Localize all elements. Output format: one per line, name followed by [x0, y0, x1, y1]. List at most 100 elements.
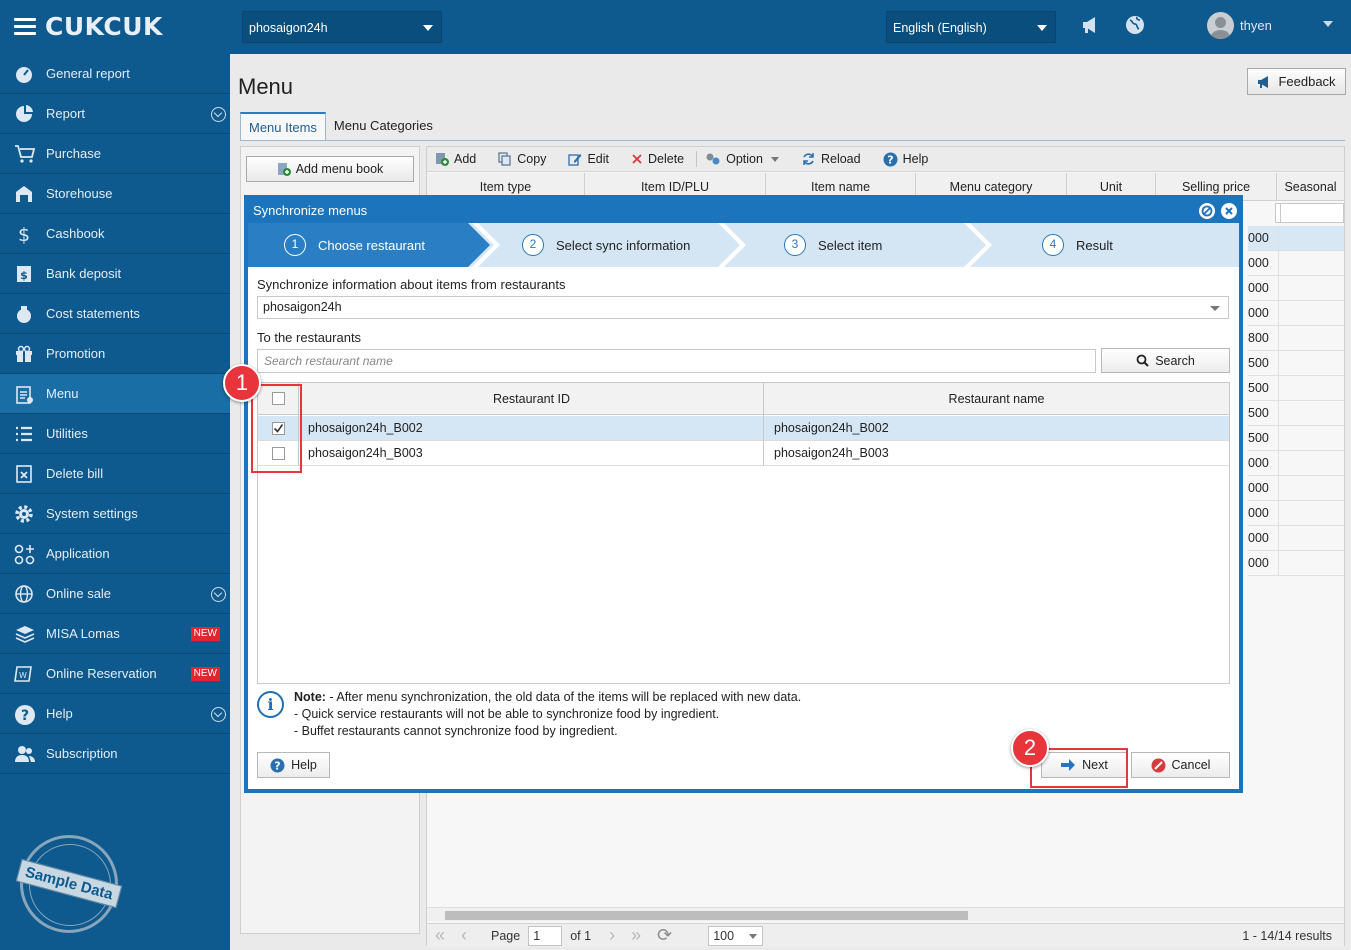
grid-row[interactable]: 000 — [1248, 226, 1344, 251]
delete-button[interactable]: Delete — [631, 152, 684, 166]
grid-row[interactable]: 000 — [1248, 526, 1344, 551]
sidebar-item-menu[interactable]: Menu — [0, 374, 230, 414]
step-number: 2 — [522, 234, 544, 256]
help-button[interactable]: ? Help — [883, 152, 928, 167]
seasonal-cell — [1278, 451, 1344, 475]
seasonal-cell — [1278, 426, 1344, 450]
sidebar-item-label: Online sale — [46, 586, 112, 601]
grid-row[interactable]: 000 — [1248, 501, 1344, 526]
grid-row[interactable]: 000 — [1248, 251, 1344, 276]
sidebar-item-cost-statements[interactable]: Cost statements — [0, 294, 230, 334]
grid-row[interactable]: 500 — [1248, 351, 1344, 376]
copy-button[interactable]: Copy — [498, 152, 546, 166]
next-page-icon[interactable]: › — [609, 925, 615, 946]
sidebar-item-delete-bill[interactable]: Delete bill — [0, 454, 230, 494]
grid-row[interactable]: 000 — [1248, 476, 1344, 501]
grid-row[interactable]: 500 — [1248, 401, 1344, 426]
chevron-down-icon[interactable] — [211, 107, 226, 122]
sidebar-item-online-reservation[interactable]: W Online Reservation NEW — [0, 654, 230, 694]
add-menu-book-button[interactable]: Add menu book — [246, 156, 414, 182]
edit-button[interactable]: Edit — [568, 152, 609, 166]
column-header[interactable]: Seasonal — [1277, 173, 1344, 200]
grid-row[interactable]: 000 — [1248, 551, 1344, 576]
cancel-button[interactable]: Cancel — [1131, 752, 1230, 778]
globe-icon[interactable] — [1124, 14, 1146, 36]
dialog-help-button[interactable]: ? Help — [257, 752, 330, 778]
chevron-down-icon[interactable] — [211, 707, 226, 722]
restaurant-select[interactable]: phosaigon24h — [242, 11, 442, 43]
chevron-down-icon[interactable] — [1323, 21, 1333, 27]
grid-row[interactable]: 000 — [1248, 301, 1344, 326]
grid-row[interactable]: 500 — [1248, 426, 1344, 451]
sidebar-item-help[interactable]: ? Help — [0, 694, 230, 734]
sidebar-item-label: MISA Lomas — [46, 626, 120, 641]
new-badge: NEW — [190, 627, 220, 641]
sidebar-item-application[interactable]: Application — [0, 534, 230, 574]
selling-price-cell: 000 — [1248, 531, 1269, 545]
search-restaurant-input[interactable]: Search restaurant name — [257, 349, 1096, 373]
layers-icon — [14, 624, 35, 644]
table-row[interactable]: phosaigon24h_B003 phosaigon24h_B003 — [258, 441, 1229, 466]
prev-page-icon[interactable]: ‹ — [461, 925, 467, 946]
sidebar-item-purchase[interactable]: Purchase — [0, 134, 230, 174]
filter-input[interactable] — [1280, 203, 1344, 223]
megaphone-icon[interactable] — [1080, 14, 1102, 36]
seasonal-cell — [1278, 376, 1344, 400]
dialog-title-bar: Synchronize menus — [246, 197, 1241, 224]
column-restaurant-name[interactable]: Restaurant name — [764, 392, 1229, 406]
restore-icon[interactable] — [1199, 203, 1215, 219]
grid-row[interactable]: 500 — [1248, 376, 1344, 401]
sidebar-item-label: Delete bill — [46, 466, 104, 481]
grid-row[interactable]: 000 — [1248, 276, 1344, 301]
seasonal-cell — [1278, 526, 1344, 550]
first-page-icon[interactable]: « — [435, 925, 445, 946]
last-page-icon[interactable]: » — [631, 925, 641, 946]
note-line: - After menu synchronization, the old da… — [325, 690, 802, 704]
synchronize-menus-dialog: Synchronize menus 1 Choose restaurant 2 Se… — [244, 195, 1243, 793]
cart-icon — [14, 144, 36, 164]
horizontal-scrollbar[interactable] — [427, 907, 1344, 921]
selling-price-cell: 000 — [1248, 556, 1269, 570]
sidebar-item-online-sale[interactable]: Online sale — [0, 574, 230, 614]
chevron-down-icon[interactable] — [211, 587, 226, 602]
feedback-label: Feedback — [1278, 74, 1336, 89]
sidebar-item-bank-deposit[interactable]: $ Bank deposit — [0, 254, 230, 294]
column-restaurant-id[interactable]: Restaurant ID — [299, 392, 764, 406]
grid-row[interactable]: 800 — [1248, 326, 1344, 351]
page-size-select[interactable]: 100 — [708, 925, 764, 946]
tab-menu-items[interactable]: Menu Items — [240, 112, 326, 140]
step-number: 4 — [1042, 234, 1064, 256]
sidebar-item-system-settings[interactable]: System settings — [0, 494, 230, 534]
sidebar-item-promotion[interactable]: Promotion — [0, 334, 230, 374]
sidebar-item-report[interactable]: Report — [0, 94, 230, 134]
reload-button[interactable]: Reload — [801, 152, 861, 166]
dialog-body: 1 Choose restaurant 2 Select sync informat… — [248, 223, 1239, 789]
scrollbar-thumb[interactable] — [445, 911, 968, 920]
tab-menu-categories[interactable]: Menu Categories — [326, 112, 441, 140]
restaurant-grid-header: Restaurant ID Restaurant name — [258, 383, 1229, 415]
sidebar-item-label: Cost statements — [46, 306, 140, 321]
feedback-button[interactable]: Feedback — [1247, 68, 1346, 95]
hamburger-menu-icon[interactable] — [14, 14, 36, 39]
search-button[interactable]: Search — [1101, 348, 1230, 373]
add-button[interactable]: Add — [435, 152, 476, 166]
source-restaurant-select[interactable]: phosaigon24h — [257, 296, 1229, 319]
step-select-item: 3 Select item — [784, 223, 882, 267]
sidebar-item-utilities[interactable]: Utilities — [0, 414, 230, 454]
user-menu[interactable]: thyen — [1207, 12, 1272, 39]
table-row[interactable]: phosaigon24h_B002 phosaigon24h_B002 — [258, 416, 1229, 441]
page-input[interactable]: 1 — [528, 925, 563, 946]
close-icon[interactable] — [1221, 203, 1237, 219]
money-bag-icon — [14, 304, 34, 324]
sidebar-item-subscription[interactable]: Subscription — [0, 734, 230, 774]
sidebar-item-general-report[interactable]: General report — [0, 54, 230, 94]
grid-row[interactable]: 000 — [1248, 451, 1344, 476]
sidebar-item-storehouse[interactable]: Storehouse — [0, 174, 230, 214]
language-select[interactable]: English (English) — [886, 11, 1056, 43]
app-logo[interactable]: CUKCUK — [14, 12, 163, 41]
option-button[interactable]: Option — [705, 152, 779, 166]
sidebar-item-misa-lomas[interactable]: MISA Lomas NEW — [0, 614, 230, 654]
sidebar-item-cashbook[interactable]: $ Cashbook — [0, 214, 230, 254]
step-label: Result — [1076, 237, 1113, 253]
refresh-icon[interactable]: ⟳ — [657, 925, 672, 946]
